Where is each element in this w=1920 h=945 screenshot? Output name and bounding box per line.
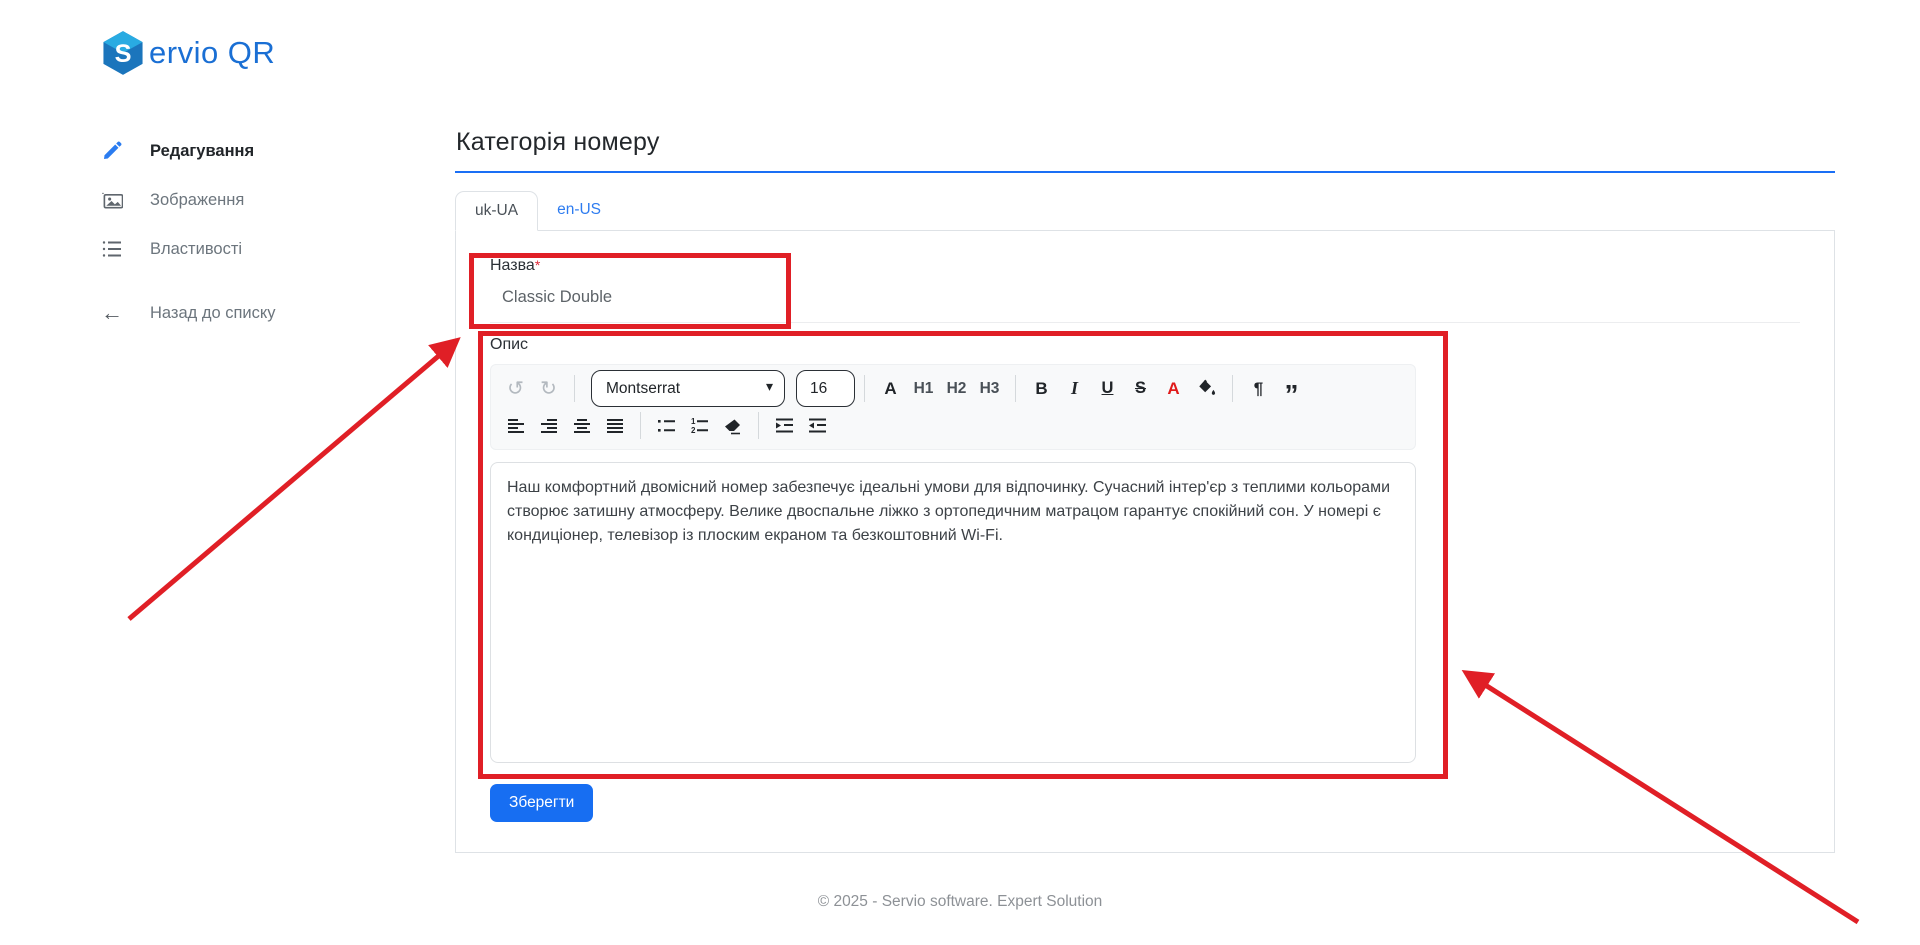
unordered-list-button[interactable] [650, 411, 683, 441]
outdent-button[interactable] [801, 411, 834, 441]
align-justify-button[interactable] [598, 411, 631, 441]
image-icon [100, 190, 124, 211]
svg-text:1: 1 [691, 417, 696, 426]
page-title: Категорія номеру [456, 128, 1835, 157]
align-center-button[interactable] [565, 411, 598, 441]
list-icon [100, 240, 124, 258]
editor-content[interactable]: Наш комфортний двомісний номер забезпечу… [490, 462, 1416, 763]
fill-color-button[interactable] [1190, 374, 1223, 404]
save-button[interactable]: Зберегти [490, 784, 593, 822]
rich-text-editor: ↺ ↻ Montserrat A H1 H2 H3 [490, 364, 1416, 763]
sidebar-item-label: Властивості [150, 240, 242, 259]
app-root: S ervio QR Редагування Зображення Власти… [0, 0, 1920, 945]
blockquote-button[interactable]: ” [1275, 374, 1308, 404]
servio-qr-logo[interactable]: S ervio QR [100, 30, 275, 76]
toolbar-separator [1015, 375, 1016, 402]
font-size-input[interactable] [796, 370, 855, 407]
toolbar-separator [640, 412, 641, 439]
bullet-list-icon [657, 417, 676, 435]
toolbar-separator [758, 412, 759, 439]
bold-button[interactable]: B [1025, 374, 1058, 404]
sidebar-back-to-list[interactable]: ← Назад до списку [100, 298, 400, 328]
svg-text:2: 2 [691, 426, 696, 435]
name-label: Назва* [490, 257, 540, 274]
align-left-button[interactable] [499, 411, 532, 441]
locale-tabs: uk-UA en-US [455, 191, 1835, 231]
text-style-button[interactable]: A [874, 374, 907, 404]
sidebar-item-label: Зображення [150, 191, 244, 210]
servio-logo-icon: S [100, 30, 146, 76]
title-divider [455, 171, 1835, 173]
sidebar-back-label: Назад до списку [150, 304, 276, 323]
toolbar-separator [1232, 375, 1233, 402]
tab-en-us[interactable]: en-US [538, 191, 620, 230]
undo-button[interactable]: ↺ [499, 374, 532, 404]
editor-toolbar: ↺ ↻ Montserrat A H1 H2 H3 [490, 364, 1416, 450]
svg-text:S: S [115, 40, 132, 68]
ordered-list-button[interactable]: 12 [683, 411, 716, 441]
description-label: Опис [490, 336, 1800, 354]
sidebar-item-images[interactable]: Зображення [100, 185, 400, 215]
sidebar: Редагування Зображення Властивості ← Наз… [100, 136, 400, 347]
heading3-button[interactable]: H3 [973, 374, 1006, 404]
font-family-select-wrap: Montserrat [591, 370, 785, 407]
indent-icon [775, 417, 794, 435]
strikethrough-button[interactable]: S [1124, 374, 1157, 404]
toolbar-row-1: ↺ ↻ Montserrat A H1 H2 H3 [499, 370, 1407, 407]
italic-button[interactable]: I [1058, 374, 1091, 404]
clear-format-button[interactable] [716, 411, 749, 441]
text-color-button[interactable]: A [1157, 374, 1190, 404]
paragraph-button[interactable]: ¶ [1242, 374, 1275, 404]
align-right-icon [540, 417, 558, 435]
align-left-icon [507, 417, 525, 435]
main-content: Категорія номеру uk-UA en-US Назва* Опис… [455, 128, 1835, 853]
tab-uk-ua[interactable]: uk-UA [455, 191, 538, 231]
align-right-button[interactable] [532, 411, 565, 441]
outdent-icon [808, 417, 827, 435]
arrow-left-icon: ← [100, 302, 124, 324]
annotation-arrow-to-name-box [129, 342, 455, 619]
indent-button[interactable] [768, 411, 801, 441]
required-asterisk: * [535, 257, 540, 273]
tab-panel: Назва* Опис ↺ ↻ Montserrat [455, 231, 1835, 853]
toolbar-separator [574, 375, 575, 402]
eraser-icon [723, 417, 742, 435]
sidebar-item-editing[interactable]: Редагування [100, 136, 400, 166]
footer-copyright: © 2025 - Servio software. Expert Solutio… [0, 893, 1920, 911]
name-input[interactable] [490, 275, 1798, 322]
redo-button[interactable]: ↻ [532, 374, 565, 404]
pencil-icon [100, 141, 124, 161]
align-center-icon [573, 417, 591, 435]
paint-bucket-icon [1197, 379, 1216, 398]
sidebar-item-properties[interactable]: Властивості [100, 234, 400, 264]
heading1-button[interactable]: H1 [907, 374, 940, 404]
name-field-group: Назва* [490, 257, 1800, 323]
underline-button[interactable]: U [1091, 374, 1124, 404]
sidebar-item-label: Редагування [150, 142, 254, 161]
toolbar-separator [864, 375, 865, 402]
toolbar-row-2: 12 [499, 407, 1407, 444]
align-justify-icon [606, 417, 624, 435]
font-family-select[interactable]: Montserrat [591, 370, 785, 407]
brand-text: ervio QR [149, 35, 275, 71]
heading2-button[interactable]: H2 [940, 374, 973, 404]
numbered-list-icon: 12 [690, 417, 709, 435]
